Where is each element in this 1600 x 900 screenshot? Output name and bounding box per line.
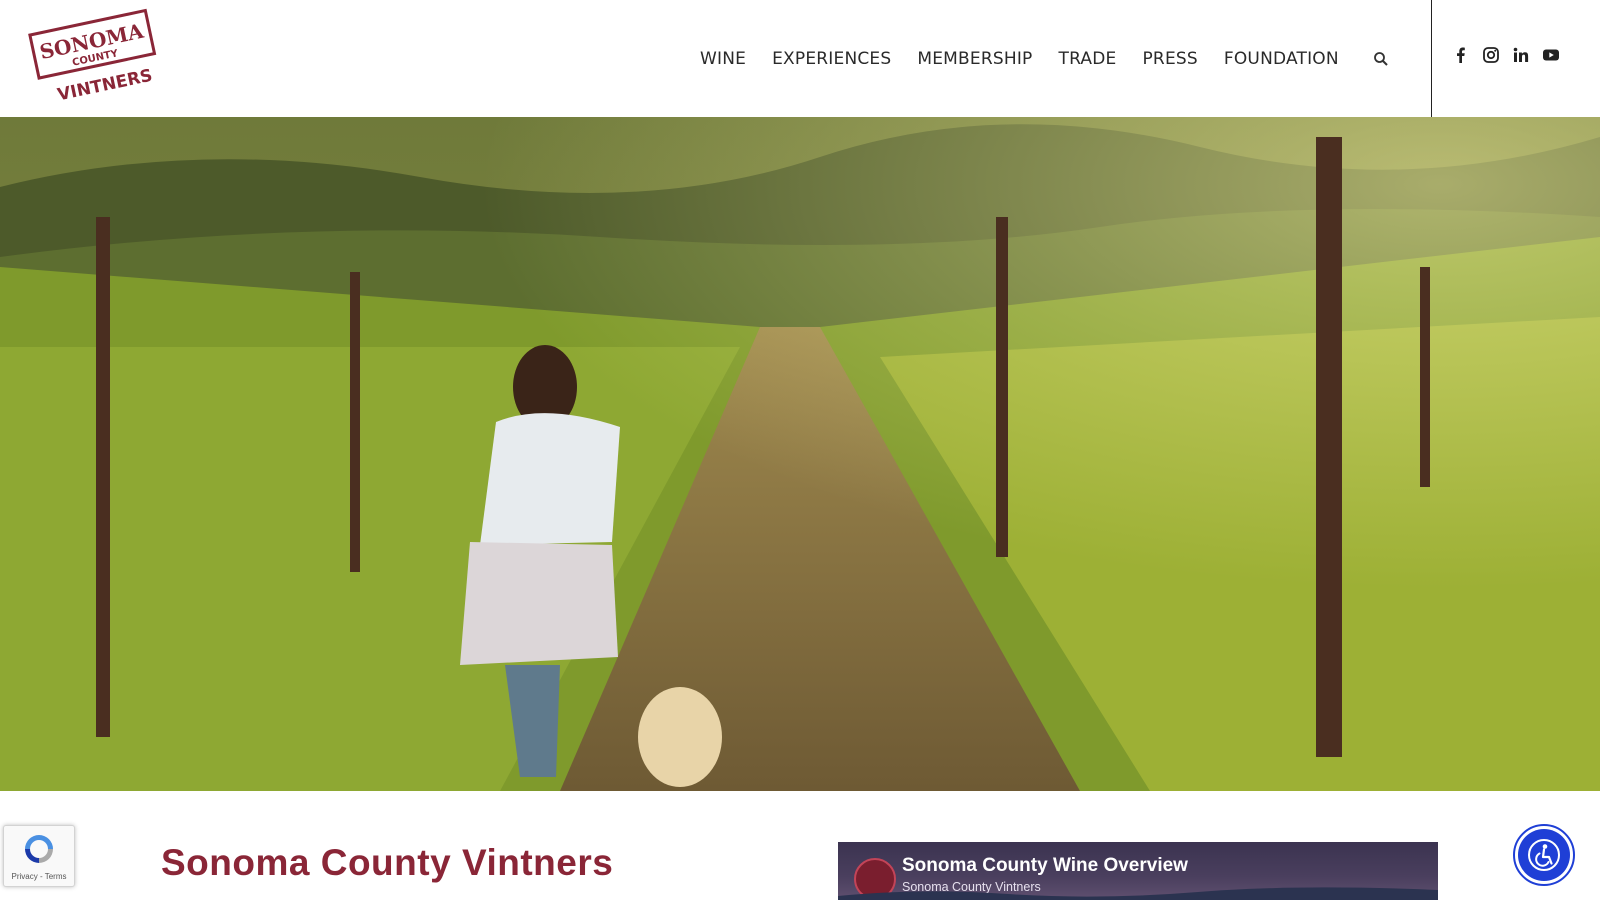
site-header: SONOMA COUNTY VINTNERS WINE EXPERIENCES …	[0, 0, 1600, 118]
nav-item-press[interactable]: PRESS	[1142, 49, 1197, 69]
accessibility-button[interactable]	[1513, 824, 1575, 886]
facebook-icon[interactable]	[1452, 46, 1470, 64]
nav-item-foundation[interactable]: FOUNDATION	[1224, 49, 1339, 69]
nav-item-wine[interactable]: WINE	[700, 49, 746, 69]
nav-item-trade[interactable]: TRADE	[1059, 49, 1117, 69]
accessibility-icon	[1518, 829, 1570, 881]
site-logo[interactable]: SONOMA COUNTY VINTNERS	[28, 8, 160, 110]
header-divider	[1431, 0, 1432, 117]
page-title: Sonoma County Vintners	[161, 842, 614, 883]
social-links	[1452, 46, 1560, 64]
recaptcha-icon	[25, 835, 53, 863]
video-thumbnail-hills	[838, 887, 1438, 900]
video-title[interactable]: Sonoma County Wine Overview	[902, 855, 1188, 877]
linkedin-icon[interactable]	[1512, 46, 1530, 64]
recaptcha-badge[interactable]: Privacy - Terms	[3, 825, 75, 887]
search-icon[interactable]	[1373, 51, 1389, 67]
video-embed[interactable]: Sonoma County Wine Overview Sonoma Count…	[838, 842, 1438, 900]
instagram-icon[interactable]	[1482, 46, 1500, 64]
recaptcha-links[interactable]: Privacy - Terms	[4, 872, 74, 881]
nav-item-experiences[interactable]: EXPERIENCES	[772, 49, 891, 69]
nav-item-membership[interactable]: MEMBERSHIP	[917, 49, 1032, 69]
youtube-icon[interactable]	[1542, 46, 1560, 64]
main-nav: WINE EXPERIENCES MEMBERSHIP TRADE PRESS …	[700, 0, 1389, 117]
hero-image	[0, 117, 1600, 791]
